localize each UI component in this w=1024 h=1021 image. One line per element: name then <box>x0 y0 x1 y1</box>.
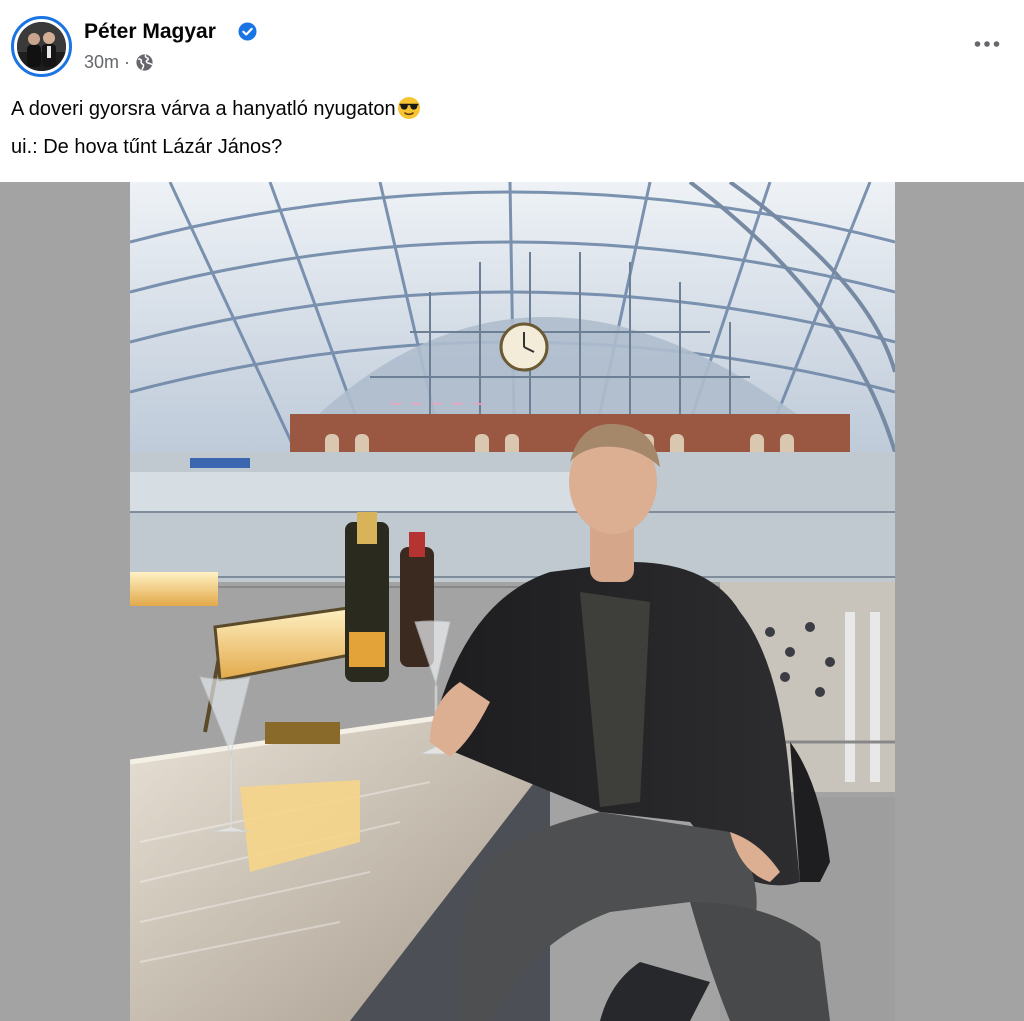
meta-separator: · <box>124 52 131 72</box>
post-photo[interactable]: ~ ~ ~ ~ ~ <box>130 182 895 1021</box>
post-meta: 30m · <box>84 52 154 73</box>
post-media-container: ~ ~ ~ ~ ~ <box>0 182 1024 1021</box>
author-avatar[interactable] <box>11 16 72 77</box>
avatar-image <box>17 22 66 71</box>
post-text: A doveri gyorsra várva a hanyatló nyugat… <box>11 98 396 120</box>
post-timestamp-link[interactable]: 30m <box>84 52 119 73</box>
post-text-line-2: ui.: De hova tűnt Lázár János? <box>11 136 283 158</box>
globe-icon[interactable] <box>135 53 154 72</box>
post-text-line-1: A doveri gyorsra várva a hanyatló nyugat… <box>11 96 421 121</box>
svg-text:~ ~ ~ ~ ~: ~ ~ ~ ~ ~ <box>388 393 486 414</box>
sunglasses-emoji-icon <box>397 97 420 119</box>
more-options-button[interactable] <box>972 30 1002 58</box>
verified-badge-icon <box>238 22 257 41</box>
author-name-link[interactable]: Péter Magyar <box>84 20 216 44</box>
more-options-icon <box>974 41 1000 47</box>
post-header: Péter Magyar 30m · <box>0 0 1024 82</box>
